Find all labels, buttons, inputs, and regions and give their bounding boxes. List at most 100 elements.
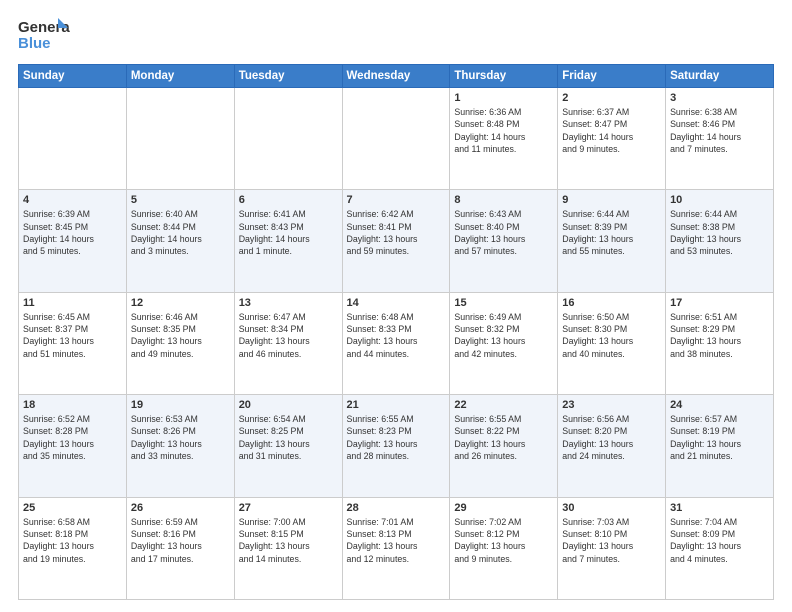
calendar-cell: 31 Sunrise: 7:04 AM Sunset: 8:09 PM Dayli… — [666, 497, 774, 599]
day-number: 11 — [23, 297, 122, 309]
day-number: 22 — [454, 399, 553, 411]
calendar-cell: 7 Sunrise: 6:42 AM Sunset: 8:41 PM Daylig… — [342, 190, 450, 292]
col-header-sunday: Sunday — [19, 65, 127, 88]
calendar-cell: 10Sunrise: 6:44 AM Sunset: 8:38 PM Dayli… — [666, 190, 774, 292]
calendar-cell: 23 Sunrise: 6:56 AM Sunset: 8:20 PM Dayli… — [558, 395, 666, 497]
day-info: Sunrise: 6:54 AM Sunset: 8:25 PM Dayligh… — [239, 413, 338, 462]
calendar-cell: 8Sunrise: 6:43 AM Sunset: 8:40 PM Daylig… — [450, 190, 558, 292]
day-info: Sunrise: 6:57 AM Sunset: 8:19 PM Dayligh… — [670, 413, 769, 462]
day-info: Sunrise: 7:04 AM Sunset: 8:09 PM Dayligh… — [670, 516, 769, 565]
generalblue-logo-icon: GeneralBlue — [18, 16, 70, 54]
calendar-week-row: 25 Sunrise: 6:58 AM Sunset: 8:18 PM Dayli… — [19, 497, 774, 599]
day-info: Sunrise: 6:47 AM Sunset: 8:34 PM Dayligh… — [239, 311, 338, 360]
day-info: Sunrise: 6:55 AM Sunset: 8:23 PM Dayligh… — [347, 413, 446, 462]
day-number: 30 — [562, 502, 661, 514]
col-header-friday: Friday — [558, 65, 666, 88]
day-info: Sunrise: 6:46 AM Sunset: 8:35 PM Dayligh… — [131, 311, 230, 360]
day-info: Sunrise: 6:58 AM Sunset: 8:18 PM Dayligh… — [23, 516, 122, 565]
calendar-cell: 3 Sunrise: 6:38 AM Sunset: 8:46 PM Daylig… — [666, 88, 774, 190]
calendar-cell: 24 Sunrise: 6:57 AM Sunset: 8:19 PM Dayli… — [666, 395, 774, 497]
day-info: Sunrise: 6:36 AM Sunset: 8:48 PM Dayligh… — [454, 106, 553, 155]
day-info: Sunrise: 6:51 AM Sunset: 8:29 PM Dayligh… — [670, 311, 769, 360]
calendar-cell: 17 Sunrise: 6:51 AM Sunset: 8:29 PM Dayli… — [666, 292, 774, 394]
day-number: 18 — [23, 399, 122, 411]
day-number: 5 — [131, 194, 230, 206]
calendar-table: SundayMondayTuesdayWednesdayThursdayFrid… — [18, 64, 774, 600]
day-number: 27 — [239, 502, 338, 514]
calendar-cell: 11 Sunrise: 6:45 AM Sunset: 8:37 PM Dayli… — [19, 292, 127, 394]
calendar-cell — [342, 88, 450, 190]
calendar-cell: 27 Sunrise: 7:00 AM Sunset: 8:15 PM Dayli… — [234, 497, 342, 599]
day-info: Sunrise: 6:44 AM Sunset: 8:38 PM Dayligh… — [670, 208, 769, 257]
day-number: 14 — [347, 297, 446, 309]
page: GeneralBlue SundayMondayTuesdayWednesday… — [0, 0, 792, 612]
day-info: Sunrise: 6:45 AM Sunset: 8:37 PM Dayligh… — [23, 311, 122, 360]
calendar-cell: 6 Sunrise: 6:41 AM Sunset: 8:43 PM Daylig… — [234, 190, 342, 292]
calendar-cell: 18 Sunrise: 6:52 AM Sunset: 8:28 PM Dayli… — [19, 395, 127, 497]
day-number: 4 — [23, 194, 122, 206]
day-info: Sunrise: 7:00 AM Sunset: 8:15 PM Dayligh… — [239, 516, 338, 565]
day-info: Sunrise: 6:38 AM Sunset: 8:46 PM Dayligh… — [670, 106, 769, 155]
calendar-cell: 16Sunrise: 6:50 AM Sunset: 8:30 PM Dayli… — [558, 292, 666, 394]
day-number: 6 — [239, 194, 338, 206]
day-number: 15 — [454, 297, 553, 309]
svg-text:Blue: Blue — [18, 35, 51, 52]
calendar-cell: 9 Sunrise: 6:44 AM Sunset: 8:39 PM Daylig… — [558, 190, 666, 292]
calendar-cell: 28Sunrise: 7:01 AM Sunset: 8:13 PM Dayli… — [342, 497, 450, 599]
day-info: Sunrise: 6:50 AM Sunset: 8:30 PM Dayligh… — [562, 311, 661, 360]
day-info: Sunrise: 6:40 AM Sunset: 8:44 PM Dayligh… — [131, 208, 230, 257]
day-info: Sunrise: 6:48 AM Sunset: 8:33 PM Dayligh… — [347, 311, 446, 360]
day-info: Sunrise: 6:39 AM Sunset: 8:45 PM Dayligh… — [23, 208, 122, 257]
calendar-cell: 21 Sunrise: 6:55 AM Sunset: 8:23 PM Dayli… — [342, 395, 450, 497]
day-info: Sunrise: 6:42 AM Sunset: 8:41 PM Dayligh… — [347, 208, 446, 257]
col-header-thursday: Thursday — [450, 65, 558, 88]
col-header-saturday: Saturday — [666, 65, 774, 88]
calendar-cell: 5 Sunrise: 6:40 AM Sunset: 8:44 PM Daylig… — [126, 190, 234, 292]
calendar-cell: 13 Sunrise: 6:47 AM Sunset: 8:34 PM Dayli… — [234, 292, 342, 394]
calendar-week-row: 4 Sunrise: 6:39 AM Sunset: 8:45 PM Daylig… — [19, 190, 774, 292]
day-info: Sunrise: 7:03 AM Sunset: 8:10 PM Dayligh… — [562, 516, 661, 565]
calendar-cell: 4 Sunrise: 6:39 AM Sunset: 8:45 PM Daylig… — [19, 190, 127, 292]
calendar-cell: 15 Sunrise: 6:49 AM Sunset: 8:32 PM Dayli… — [450, 292, 558, 394]
logo: GeneralBlue — [18, 16, 70, 54]
day-number: 20 — [239, 399, 338, 411]
col-header-wednesday: Wednesday — [342, 65, 450, 88]
calendar-cell — [126, 88, 234, 190]
calendar-cell: 29Sunrise: 7:02 AM Sunset: 8:12 PM Dayli… — [450, 497, 558, 599]
day-number: 21 — [347, 399, 446, 411]
calendar-cell: 25 Sunrise: 6:58 AM Sunset: 8:18 PM Dayli… — [19, 497, 127, 599]
calendar-cell — [234, 88, 342, 190]
calendar-week-row: 11 Sunrise: 6:45 AM Sunset: 8:37 PM Dayli… — [19, 292, 774, 394]
col-header-tuesday: Tuesday — [234, 65, 342, 88]
calendar-cell: 14 Sunrise: 6:48 AM Sunset: 8:33 PM Dayli… — [342, 292, 450, 394]
day-number: 7 — [347, 194, 446, 206]
day-number: 31 — [670, 502, 769, 514]
day-number: 2 — [562, 92, 661, 104]
calendar-cell: 26Sunrise: 6:59 AM Sunset: 8:16 PM Dayli… — [126, 497, 234, 599]
calendar-cell: 30 Sunrise: 7:03 AM Sunset: 8:10 PM Dayli… — [558, 497, 666, 599]
calendar-cell: 2 Sunrise: 6:37 AM Sunset: 8:47 PM Daylig… — [558, 88, 666, 190]
day-number: 1 — [454, 92, 553, 104]
calendar-header-row: SundayMondayTuesdayWednesdayThursdayFrid… — [19, 65, 774, 88]
day-info: Sunrise: 6:55 AM Sunset: 8:22 PM Dayligh… — [454, 413, 553, 462]
day-number: 26 — [131, 502, 230, 514]
day-number: 25 — [23, 502, 122, 514]
day-number: 9 — [562, 194, 661, 206]
day-info: Sunrise: 7:01 AM Sunset: 8:13 PM Dayligh… — [347, 516, 446, 565]
day-number: 3 — [670, 92, 769, 104]
day-info: Sunrise: 6:56 AM Sunset: 8:20 PM Dayligh… — [562, 413, 661, 462]
day-info: Sunrise: 6:44 AM Sunset: 8:39 PM Dayligh… — [562, 208, 661, 257]
day-info: Sunrise: 6:52 AM Sunset: 8:28 PM Dayligh… — [23, 413, 122, 462]
day-info: Sunrise: 6:41 AM Sunset: 8:43 PM Dayligh… — [239, 208, 338, 257]
day-info: Sunrise: 6:37 AM Sunset: 8:47 PM Dayligh… — [562, 106, 661, 155]
day-number: 24 — [670, 399, 769, 411]
calendar-cell: 1 Sunrise: 6:36 AM Sunset: 8:48 PM Daylig… — [450, 88, 558, 190]
day-info: Sunrise: 6:43 AM Sunset: 8:40 PM Dayligh… — [454, 208, 553, 257]
day-info: Sunrise: 6:49 AM Sunset: 8:32 PM Dayligh… — [454, 311, 553, 360]
day-number: 17 — [670, 297, 769, 309]
day-number: 13 — [239, 297, 338, 309]
day-number: 23 — [562, 399, 661, 411]
calendar-cell — [19, 88, 127, 190]
day-info: Sunrise: 6:53 AM Sunset: 8:26 PM Dayligh… — [131, 413, 230, 462]
calendar-week-row: 1 Sunrise: 6:36 AM Sunset: 8:48 PM Daylig… — [19, 88, 774, 190]
